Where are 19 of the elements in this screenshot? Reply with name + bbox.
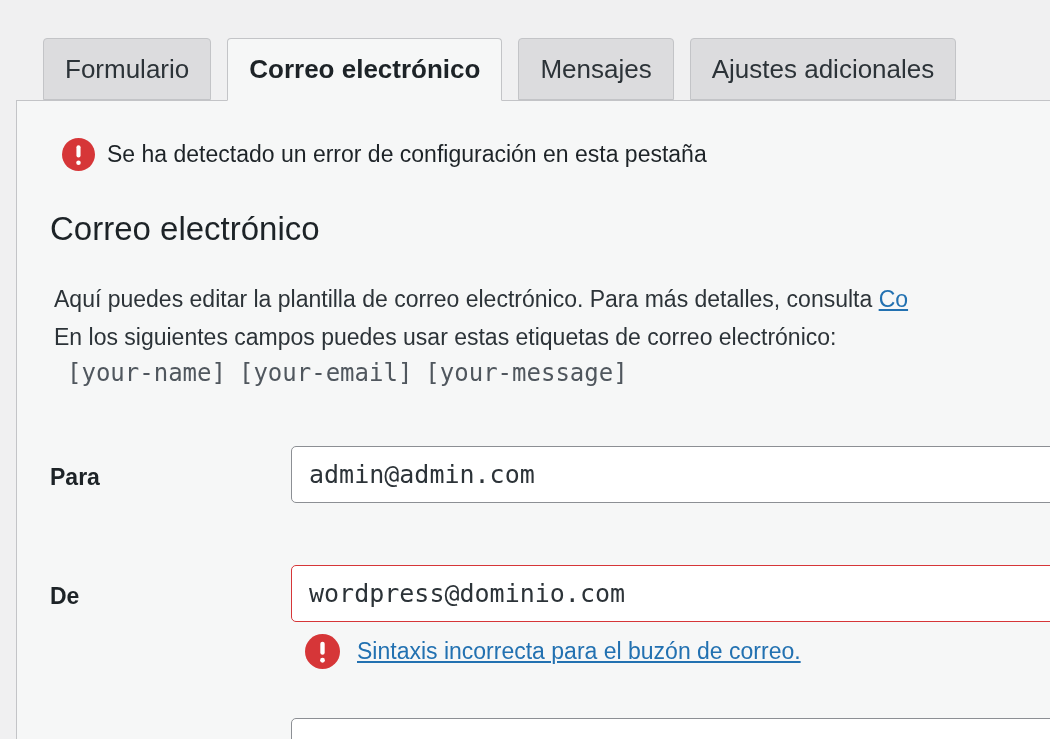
error-icon <box>305 634 340 669</box>
docs-link[interactable]: Co <box>878 286 909 312</box>
description-text: En los siguientes campos puedes usar estas etiquetas de correo electrónico: <box>53 323 838 352</box>
input-field[interactable]: wordpress@dominio.com <box>291 565 1050 622</box>
error-notice: Se ha detectado un error de configuración en esta pestaña <box>107 140 707 169</box>
mail-tag: [your-name] <box>67 355 226 391</box>
tab[interactable]: Ajustes adicionales <box>689 38 957 100</box>
tab[interactable]: Mensajes <box>518 38 674 100</box>
tab[interactable]: Formulario <box>43 38 212 100</box>
field-label: De <box>50 582 81 611</box>
error-link[interactable]: Sintaxis incorrecta para el buzón de correo. <box>357 634 801 669</box>
description-text: Aquí puedes editar la plantilla de correo electrónico. Para más detalles, consulta Co <box>53 285 910 314</box>
field-label: Para <box>50 463 101 492</box>
section-heading: Correo electrónico <box>50 208 321 249</box>
tab[interactable]: Correo electrónico <box>227 38 503 101</box>
mail-tag: [your-email] <box>238 355 413 391</box>
input-field[interactable]: admin@admin.com <box>291 446 1050 503</box>
error-icon <box>62 137 95 171</box>
mail-tag: [your-message] <box>425 355 628 391</box>
